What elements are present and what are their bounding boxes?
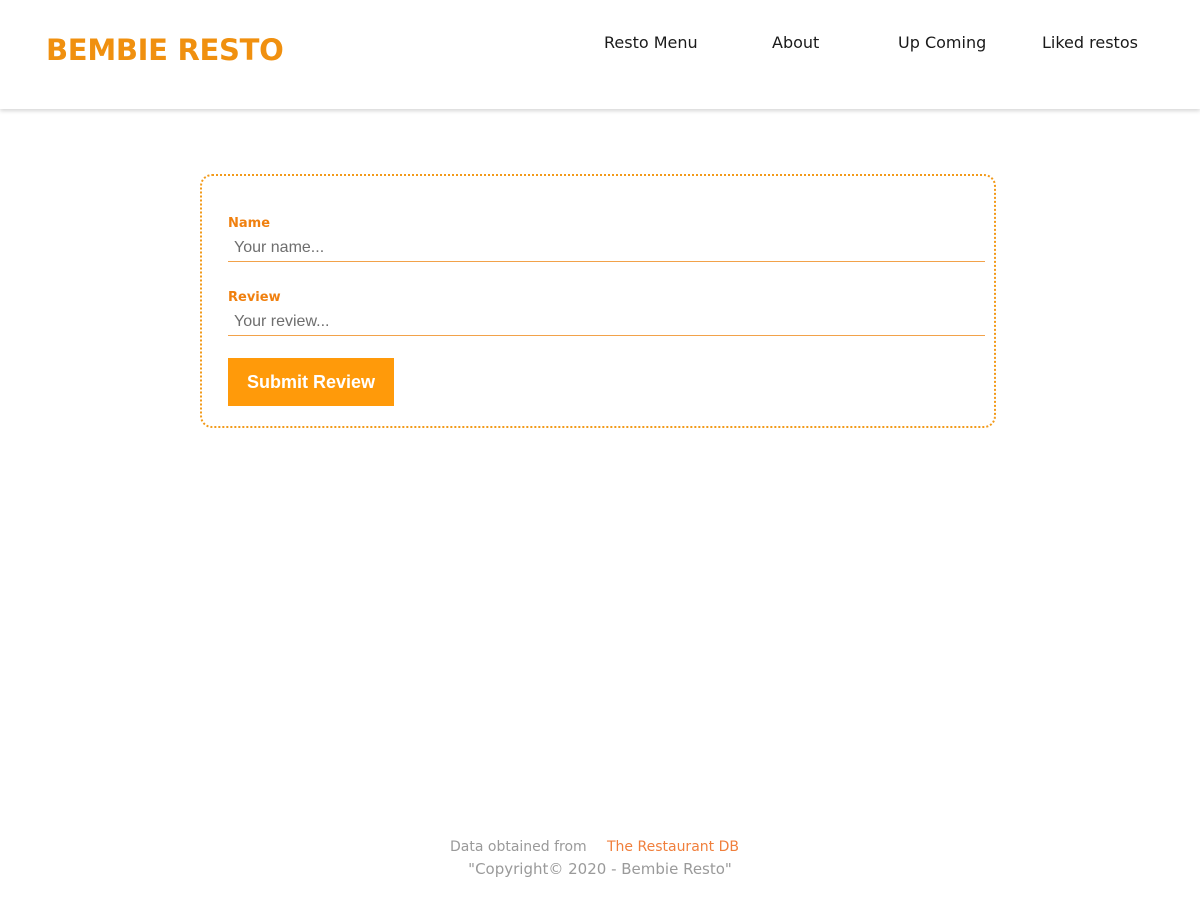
restaurant-db-link[interactable]: The Restaurant DB (607, 837, 739, 857)
footer-source-text: Data obtained from (450, 839, 587, 855)
main-nav: Resto Menu About Up Coming Liked restos (0, 0, 1200, 90)
name-input[interactable] (228, 234, 985, 262)
footer-copyright: "Copyright© 2020 - Bembie Resto" (468, 860, 732, 878)
nav-item-liked-restos[interactable]: Liked restos (1042, 32, 1138, 54)
nav-item-up-coming[interactable]: Up Coming (898, 32, 986, 54)
review-form: Name Review Submit Review (200, 174, 996, 428)
app-header: BEMBIE RESTO Resto Menu About Up Coming … (0, 0, 1200, 109)
submit-review-button[interactable]: Submit Review (228, 358, 394, 406)
review-label: Review (228, 290, 281, 305)
nav-item-about[interactable]: About (772, 32, 819, 54)
nav-item-resto-menu[interactable]: Resto Menu (604, 32, 698, 54)
review-input[interactable] (228, 308, 985, 336)
footer-source: Data obtained from The Restaurant DB (0, 837, 1200, 857)
name-label: Name (228, 216, 271, 231)
